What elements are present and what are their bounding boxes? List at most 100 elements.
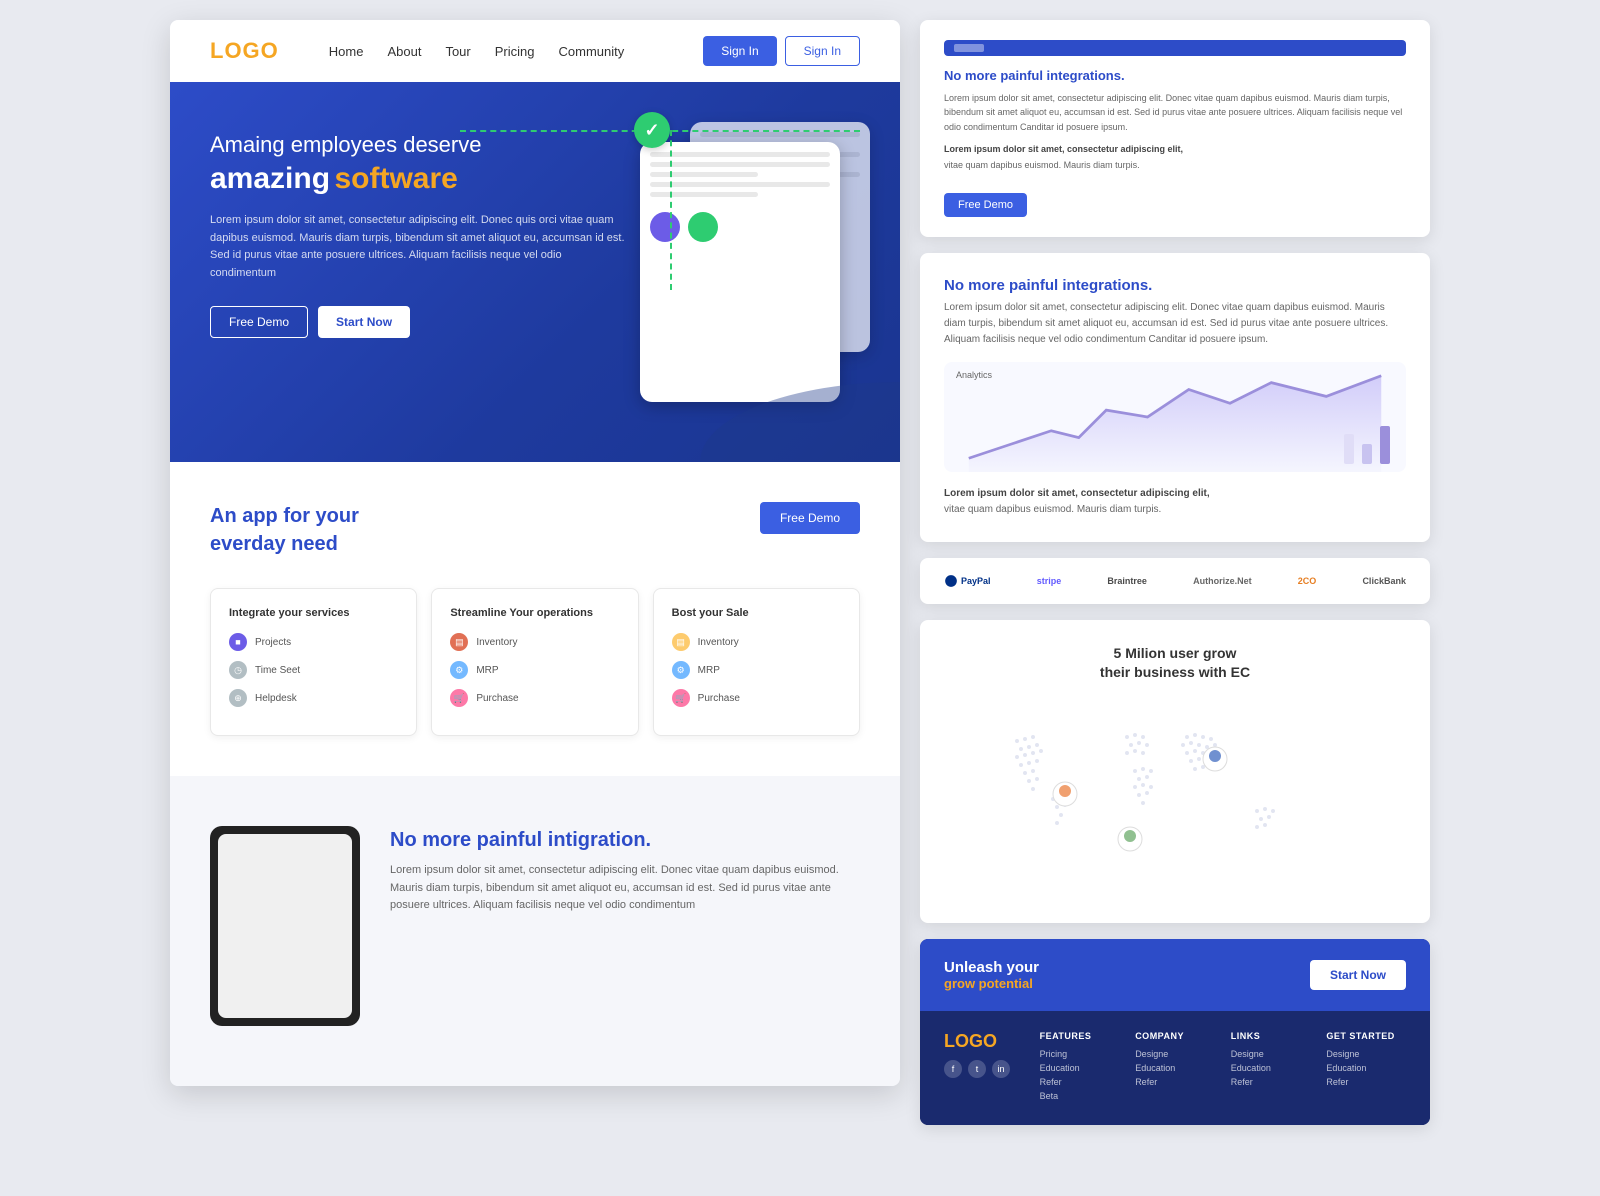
nav-home[interactable]: Home bbox=[329, 44, 364, 59]
stripe-logo: stripe bbox=[1037, 576, 1062, 586]
bottom-content: No more painful intigration. Lorem ipsum… bbox=[210, 826, 860, 1026]
features-section: An app for your everday need Free Demo I… bbox=[170, 462, 900, 776]
footer-col-getstarted: GET STARTED Designe Education Refer bbox=[1326, 1031, 1406, 1105]
integration-chart: Analytics bbox=[944, 362, 1406, 472]
footer-link-g1[interactable]: Designe bbox=[1326, 1049, 1406, 1059]
integration-section: No more painful integrations. Lorem ipsu… bbox=[920, 253, 1430, 542]
paypal-logo: PayPal bbox=[944, 574, 991, 588]
card3-item-2: ⚙ MRP bbox=[672, 661, 841, 679]
cta-start-now-button[interactable]: Start Now bbox=[1310, 960, 1406, 990]
footer-link-c1[interactable]: Designe bbox=[1135, 1049, 1215, 1059]
mini-navbar bbox=[944, 40, 1406, 56]
signin-button-2[interactable]: Sign In bbox=[785, 36, 860, 66]
hero-free-demo-button[interactable]: Free Demo bbox=[210, 306, 308, 338]
integration-desc2: vitae quam dapibus euismod. Mauris diam … bbox=[944, 502, 1406, 518]
left-column: LOGO Home About Tour Pricing Community S… bbox=[170, 20, 900, 1086]
logo: LOGO bbox=[210, 38, 279, 64]
social-icon-tw[interactable]: t bbox=[968, 1060, 986, 1078]
card2-text-3: Purchase bbox=[476, 693, 518, 704]
footer-link-f2[interactable]: Education bbox=[1040, 1063, 1120, 1073]
map-dots bbox=[1015, 733, 1275, 829]
integration-desc1: Lorem ipsum dolor sit amet, consectetur … bbox=[944, 300, 1406, 348]
card3-text-1: Inventory bbox=[698, 637, 739, 648]
footer-logo: LOGO bbox=[944, 1031, 1024, 1052]
hero-start-now-button[interactable]: Start Now bbox=[318, 306, 410, 338]
tline-f4 bbox=[650, 182, 830, 187]
bar3 bbox=[1380, 426, 1390, 464]
feature-card-3: Bost your Sale ▤ Inventory ⚙ MRP 🛒 Purch… bbox=[653, 588, 860, 736]
footer-link-f3[interactable]: Refer bbox=[1040, 1077, 1120, 1087]
worldmap-title-l1: 5 Milion user grow bbox=[1114, 645, 1237, 661]
card3-icon-2: ⚙ bbox=[672, 661, 690, 679]
map-face-1 bbox=[1059, 785, 1071, 797]
integration-desc2-bold: Lorem ipsum dolor sit amet, consectetur … bbox=[944, 486, 1406, 502]
dashed-line-v bbox=[670, 130, 672, 290]
footer-link-c2[interactable]: Education bbox=[1135, 1063, 1215, 1073]
card2-icon-2: ⚙ bbox=[450, 661, 468, 679]
card2-icon-1: ▤ bbox=[450, 633, 468, 651]
braintree-logo: Braintree bbox=[1107, 576, 1147, 586]
hero-buttons: Free Demo Start Now bbox=[210, 306, 630, 338]
integration-title: No more painful integrations. bbox=[944, 277, 1406, 294]
card3-title: Bost your Sale bbox=[672, 607, 841, 619]
footer-col-features-heading: FEATURES bbox=[1040, 1031, 1120, 1041]
features-header: An app for your everday need Free Demo bbox=[210, 502, 860, 558]
cta-text: Unleash your grow potential bbox=[944, 959, 1039, 991]
cta-line1: Unleash your bbox=[944, 959, 1039, 976]
card1-icon-2: ◷ bbox=[229, 661, 247, 679]
payment-partners: PayPal stripe Braintree Authorize.Net 2C… bbox=[920, 558, 1430, 604]
nav-pricing[interactable]: Pricing bbox=[495, 44, 535, 59]
top-right-free-demo-button[interactable]: Free Demo bbox=[944, 193, 1027, 217]
card1-text-1: Projects bbox=[255, 637, 291, 648]
clickbank-logo: ClickBank bbox=[1362, 576, 1406, 586]
worldmap-section: 5 Milion user grow their business with E… bbox=[920, 620, 1430, 923]
avatar-2 bbox=[688, 212, 718, 242]
card1-icon-1: ■ bbox=[229, 633, 247, 651]
chart-svg bbox=[944, 362, 1406, 472]
tline-f1 bbox=[650, 152, 830, 157]
footer-link-l2[interactable]: Education bbox=[1231, 1063, 1311, 1073]
top-right-title: No more painful integrations. bbox=[944, 68, 1406, 83]
footer-link-g3[interactable]: Refer bbox=[1326, 1077, 1406, 1087]
top-right-desc1: Lorem ipsum dolor sit amet, consectetur … bbox=[944, 91, 1406, 134]
tline-f5 bbox=[650, 192, 758, 197]
nav-community[interactable]: Community bbox=[559, 44, 625, 59]
card3-icon-3: 🛒 bbox=[672, 689, 690, 707]
page-wrapper: LOGO Home About Tour Pricing Community S… bbox=[170, 20, 1430, 1125]
footer-link-f4[interactable]: Beta bbox=[1040, 1091, 1120, 1101]
nav-tour[interactable]: Tour bbox=[445, 44, 470, 59]
cta-line2: grow potential bbox=[944, 976, 1039, 991]
hero-title-accent: software bbox=[334, 162, 457, 195]
footer-link-l1[interactable]: Designe bbox=[1231, 1049, 1311, 1059]
worldmap-title: 5 Milion user grow their business with E… bbox=[944, 644, 1406, 683]
signin-button-1[interactable]: Sign In bbox=[703, 36, 776, 66]
footer-col-getstarted-heading: GET STARTED bbox=[1326, 1031, 1406, 1041]
feature-card-2: Streamline Your operations ▤ Inventory ⚙… bbox=[431, 588, 638, 736]
top-right-desc3: vitae quam dapibus euismod. Mauris diam … bbox=[944, 158, 1406, 172]
map-face-3 bbox=[1124, 830, 1136, 842]
tline-f2 bbox=[650, 162, 830, 167]
stripe-text: stripe bbox=[1037, 576, 1062, 586]
footer-link-c3[interactable]: Refer bbox=[1135, 1077, 1215, 1087]
card3-text-3: Purchase bbox=[698, 693, 740, 704]
footer-grid: LOGO f t in FEATURES Pricing Education R… bbox=[920, 1011, 1430, 1125]
footer-link-l3[interactable]: Refer bbox=[1231, 1077, 1311, 1087]
footer-link-f1[interactable]: Pricing bbox=[1040, 1049, 1120, 1059]
footer-col-features: FEATURES Pricing Education Refer Beta bbox=[1040, 1031, 1120, 1105]
footer-link-g2[interactable]: Education bbox=[1326, 1063, 1406, 1073]
cta-bar: Unleash your grow potential Start Now bbox=[920, 939, 1430, 1011]
tline1 bbox=[700, 132, 860, 137]
card3-text-2: MRP bbox=[698, 665, 720, 676]
nav-about[interactable]: About bbox=[387, 44, 421, 59]
card1-item-1: ■ Projects bbox=[229, 633, 398, 651]
features-free-demo-button[interactable]: Free Demo bbox=[760, 502, 860, 534]
2co-text: 2CO bbox=[1298, 576, 1317, 586]
card2-icon-3: 🛒 bbox=[450, 689, 468, 707]
social-icon-fb[interactable]: f bbox=[944, 1060, 962, 1078]
footer-col-company-heading: COMPANY bbox=[1135, 1031, 1215, 1041]
cta-footer: Unleash your grow potential Start Now LO… bbox=[920, 939, 1430, 1125]
card3-icon-1: ▤ bbox=[672, 633, 690, 651]
social-icon-in[interactable]: in bbox=[992, 1060, 1010, 1078]
bottom-section: No more painful intigration. Lorem ipsum… bbox=[170, 776, 900, 1086]
card2-text-1: Inventory bbox=[476, 637, 517, 648]
